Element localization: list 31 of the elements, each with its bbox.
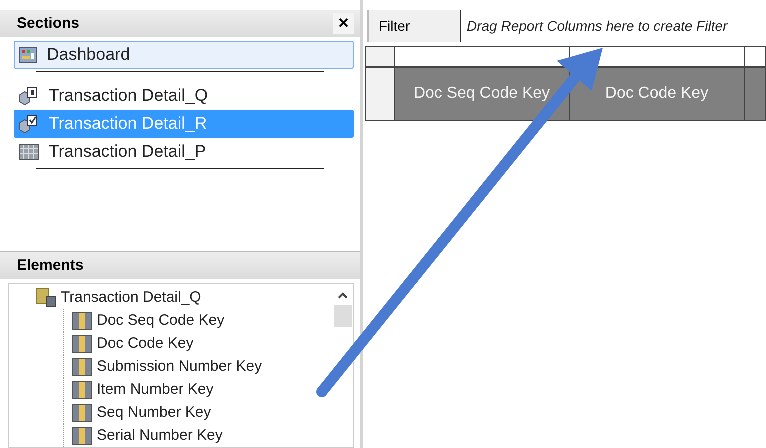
tree-item[interactable]: Doc Code Key bbox=[63, 332, 333, 355]
column-icon bbox=[72, 312, 92, 330]
column-icon bbox=[72, 334, 92, 352]
section-item[interactable]: Dashboard bbox=[14, 40, 354, 69]
section-item[interactable]: Transaction Detail_Q bbox=[14, 82, 354, 110]
panel-title: Sections bbox=[17, 14, 80, 32]
table-cell bbox=[365, 67, 395, 121]
column-icon bbox=[72, 380, 92, 398]
tree-item[interactable]: Seq Number Key bbox=[63, 401, 333, 424]
column-icon bbox=[72, 358, 92, 376]
tree-item[interactable]: Submission Number Key bbox=[63, 355, 333, 378]
filter-button[interactable]: Filter bbox=[369, 10, 461, 42]
panel-title: Elements bbox=[17, 257, 84, 274]
section-item[interactable]: Transaction Detail_P bbox=[14, 138, 354, 166]
column-icon bbox=[72, 426, 92, 444]
tree-item[interactable]: Transaction Detail_Q bbox=[35, 286, 333, 309]
column-header[interactable] bbox=[745, 67, 766, 121]
grid-icon bbox=[19, 144, 39, 160]
column-header[interactable]: Doc Seq Code Key bbox=[395, 67, 570, 121]
column-icon bbox=[72, 404, 92, 422]
tree-item[interactable]: Item Number Key bbox=[63, 378, 333, 401]
cube-document-icon bbox=[19, 86, 39, 105]
table-cell bbox=[365, 46, 395, 67]
tree-item[interactable]: Serial Number Key bbox=[63, 424, 333, 447]
folder-icon bbox=[35, 288, 57, 308]
cube-document-icon bbox=[19, 114, 39, 133]
caret-icon bbox=[338, 292, 348, 299]
dashboard-icon bbox=[19, 46, 37, 63]
close-button[interactable]: × bbox=[333, 12, 354, 34]
column-header[interactable]: Doc Code Key bbox=[570, 67, 745, 121]
tree-item[interactable]: Doc Seq Code Key bbox=[63, 309, 333, 332]
